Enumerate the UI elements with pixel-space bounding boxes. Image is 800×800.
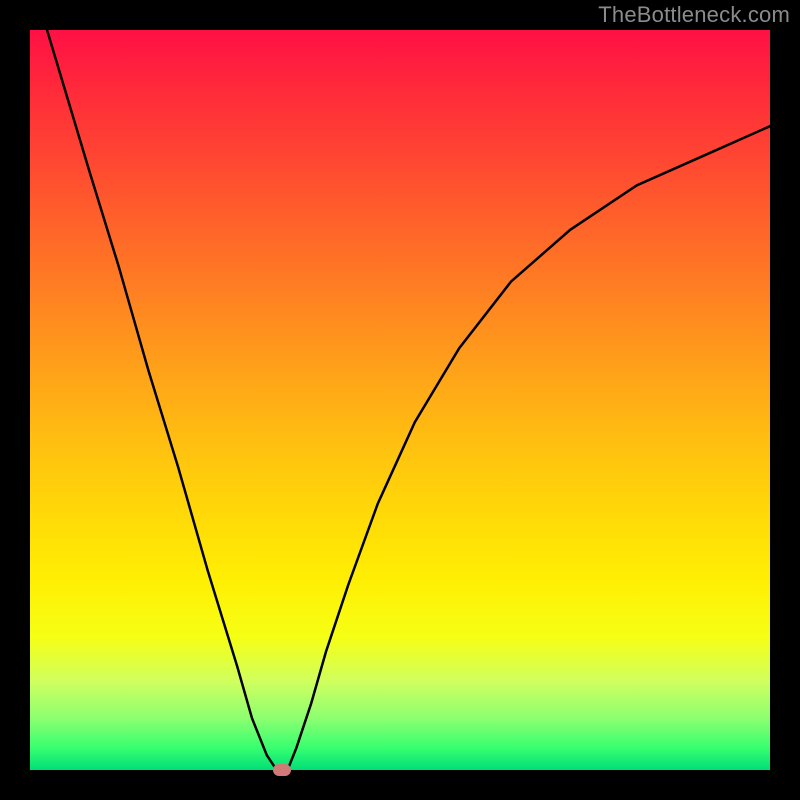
watermark-label: TheBottleneck.com [598, 2, 790, 28]
chart-frame: TheBottleneck.com [0, 0, 800, 800]
bottleneck-curve [30, 30, 770, 770]
plot-area [30, 30, 770, 770]
min-marker [273, 764, 291, 776]
